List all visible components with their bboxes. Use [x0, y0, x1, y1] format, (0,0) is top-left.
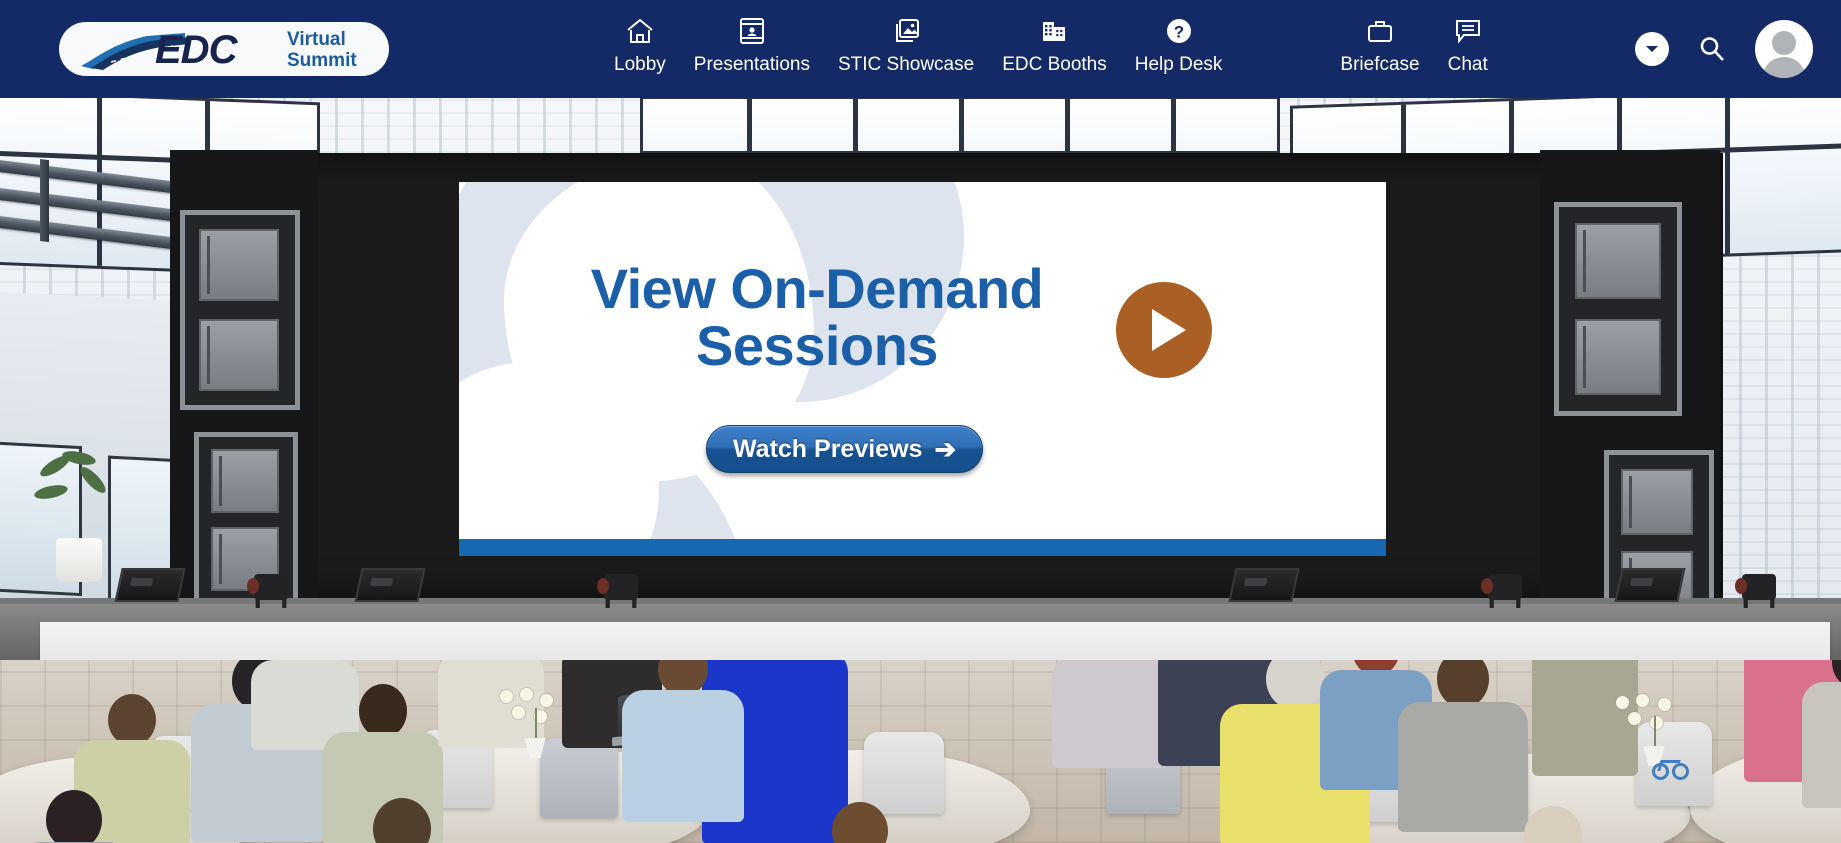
- attendee: [1050, 660, 1170, 768]
- stage-monitor-speaker: [1614, 568, 1686, 602]
- gallery-images-icon: [892, 14, 920, 48]
- chat-bubble-icon: [1454, 14, 1482, 48]
- logo-subtitle-line2: Summit: [287, 49, 357, 71]
- nav-label-stic-showcase: STIC Showcase: [837, 54, 975, 75]
- logo-subtitle-line1: Virtual: [287, 29, 346, 50]
- logo-subtitle: Virtual Summit: [287, 29, 357, 71]
- slide-headline-line2: Sessions: [696, 314, 938, 378]
- nav-label-edc-booths: EDC Booths: [1002, 54, 1107, 75]
- stage-light: [1481, 574, 1522, 608]
- presentation-card-icon: [739, 14, 765, 48]
- slide-headline-line1: View On-Demand: [590, 257, 1044, 320]
- watch-previews-label: Watch Previews: [733, 434, 923, 463]
- nav-label-briefcase: Briefcase: [1340, 54, 1420, 75]
- nav-item-stic-showcase[interactable]: STIC Showcase: [824, 10, 988, 76]
- audience-area: [0, 660, 1841, 843]
- nav-item-presentations[interactable]: Presentations: [680, 10, 824, 76]
- attendee-foreground: [16, 790, 132, 843]
- attendee: [620, 660, 746, 822]
- edc-virtual-summit-logo[interactable]: EDC Virtual Summit: [59, 22, 389, 76]
- nav-label-help-desk: Help Desk: [1134, 54, 1223, 75]
- nav-item-lobby[interactable]: Lobby: [600, 10, 680, 76]
- nav-label-presentations: Presentations: [693, 54, 810, 75]
- orchid-centerpiece: [1608, 694, 1700, 766]
- play-triangle-icon: [1152, 309, 1186, 351]
- header-actions: [1635, 0, 1821, 98]
- attendee-foreground: [800, 802, 920, 843]
- stage-light: [247, 574, 288, 608]
- attendee: [1800, 660, 1841, 808]
- search-icon[interactable]: [1695, 32, 1729, 66]
- slide-headline: View On-Demand Sessions: [537, 260, 1097, 374]
- building-icon: [1040, 14, 1068, 48]
- logo-edc-text: EDC: [155, 28, 237, 72]
- attendee-foreground: [1490, 806, 1616, 843]
- speaker-wall-right: [1540, 150, 1720, 630]
- stage-monitor-speaker: [114, 568, 186, 602]
- nav-label-chat: Chat: [1447, 54, 1488, 75]
- stage-light: [1735, 574, 1776, 608]
- stage-monitor-speaker: [354, 568, 426, 602]
- svg-text:?: ?: [1173, 23, 1183, 42]
- play-button[interactable]: [1116, 282, 1212, 378]
- user-avatar-icon[interactable]: [1755, 20, 1813, 78]
- watch-previews-button[interactable]: Watch Previews ➔: [706, 425, 984, 473]
- nav-label-lobby: Lobby: [614, 54, 666, 75]
- speaker-wall-left: [170, 150, 318, 610]
- home-icon: [626, 14, 654, 48]
- top-navigation-bar: EDC Virtual Summit Lobby Presentations S…: [0, 0, 1841, 98]
- chevron-down-icon[interactable]: [1635, 32, 1669, 66]
- nav-item-chat[interactable]: Chat: [1434, 10, 1502, 76]
- nav-item-edc-booths[interactable]: EDC Booths: [988, 10, 1121, 76]
- attendee: [1396, 660, 1530, 832]
- nav-item-help-desk[interactable]: ? Help Desk: [1121, 10, 1237, 76]
- orchid-centerpiece: [490, 688, 580, 758]
- bicycle-ornament: [1652, 758, 1696, 782]
- virtual-venue-scene: View On-Demand Sessions Watch Previews ➔: [0, 0, 1841, 843]
- potted-plant: [33, 448, 124, 582]
- briefcase-icon: [1366, 14, 1394, 48]
- screen-accent-bar: [459, 539, 1386, 556]
- stage-monitor-speaker: [1228, 568, 1300, 602]
- on-demand-sessions-slide: View On-Demand Sessions Watch Previews ➔: [459, 182, 1386, 552]
- arrow-right-icon: ➔: [934, 434, 957, 464]
- main-nav: Lobby Presentations STIC Showcase EDC Bo…: [600, 10, 1502, 76]
- question-circle-icon: ?: [1165, 14, 1193, 48]
- stage-screen: View On-Demand Sessions Watch Previews ➔: [459, 182, 1386, 552]
- attendee-foreground: [340, 798, 464, 843]
- nav-item-briefcase[interactable]: Briefcase: [1326, 10, 1433, 76]
- stage-light: [597, 574, 638, 608]
